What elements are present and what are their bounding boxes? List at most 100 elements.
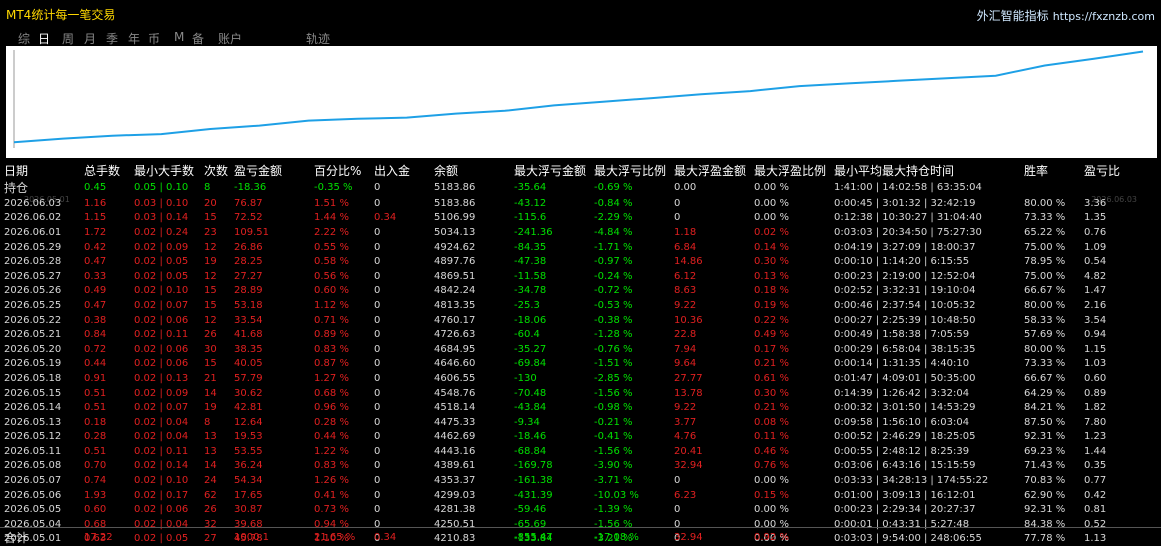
table-cell: -0.72 % bbox=[594, 285, 633, 297]
tab-6[interactable]: 币 bbox=[148, 30, 160, 47]
tab-10[interactable]: 轨迹 bbox=[306, 30, 330, 47]
table-cell: 4548.76 bbox=[434, 387, 476, 399]
table-cell: 4869.51 bbox=[434, 270, 476, 282]
table-cell: -11.58 bbox=[514, 270, 547, 282]
table-cell: 2026.05.06 bbox=[4, 489, 62, 501]
table-cell: 2026.05.07 bbox=[4, 475, 62, 487]
tab-7[interactable]: M bbox=[174, 30, 184, 44]
table-cell: -241.36 bbox=[514, 226, 553, 238]
table-cell: 0.72 bbox=[84, 343, 107, 355]
table-cell: -18.06 bbox=[514, 314, 547, 326]
table-cell: 1:41:00 | 14:02:58 | 63:35:04 bbox=[834, 182, 982, 193]
tab-2[interactable]: 周 bbox=[62, 30, 74, 47]
table-cell: 20 bbox=[204, 197, 217, 209]
table-cell: 4606.55 bbox=[434, 372, 476, 384]
table-cell: 0:01:47 | 4:09:01 | 50:35:00 bbox=[834, 372, 976, 384]
table-cell: 1.72 bbox=[84, 226, 107, 238]
table-cell: 1.44 % bbox=[314, 212, 349, 224]
table-cell: -0.84 % bbox=[594, 197, 633, 209]
table-cell: 0 bbox=[374, 314, 381, 326]
col-header-5: 百分比% bbox=[314, 164, 362, 178]
table-cell: 12 bbox=[204, 270, 217, 282]
table-cell: -115.6 bbox=[514, 212, 547, 224]
table-cell: 64.29 % bbox=[1024, 387, 1066, 399]
table-cell: 0.60 bbox=[1084, 372, 1107, 384]
table-cell: 78.95 % bbox=[1024, 256, 1066, 268]
table-cell: 0.76 bbox=[1084, 226, 1107, 238]
table-cell: 4842.24 bbox=[434, 285, 476, 297]
table-cell: 57.79 bbox=[234, 372, 263, 384]
table-cell: 109.51 bbox=[234, 226, 269, 238]
table-cell: -0.69 % bbox=[594, 182, 633, 193]
table-cell: 2026.05.13 bbox=[4, 416, 62, 428]
tab-5[interactable]: 年 bbox=[128, 30, 140, 47]
table-cell: -0.38 % bbox=[594, 314, 633, 326]
table-cell: -0.41 % bbox=[594, 431, 633, 443]
table-cell: 0.89 % bbox=[314, 329, 349, 341]
table-cell: 92.31 % bbox=[1024, 504, 1066, 516]
table-cell: 27.27 bbox=[234, 270, 263, 282]
col-header-4: 盈亏金额 bbox=[234, 164, 283, 178]
table-cell: -60.4 bbox=[514, 329, 540, 341]
table-cell: 8.63 bbox=[674, 285, 697, 297]
table-row: 2026.05.05 0.60 0.02 | 0.06 26 30.87 0.73 % 0 4… bbox=[4, 502, 1124, 517]
table-cell: -34.78 bbox=[514, 285, 547, 297]
table-cell: 4443.16 bbox=[434, 445, 476, 457]
table-cell: 0.42 bbox=[84, 241, 107, 253]
table-cell: 0 bbox=[374, 431, 381, 443]
table-row: 2026.05.15 0.51 0.02 | 0.09 14 30.62 0.68 % 0 4… bbox=[4, 386, 1124, 401]
total-row-bar: 合计 17.22 1000.1 21.65 % 0.34 -855.47 -17.08 % 3… bbox=[0, 527, 1161, 545]
table-cell: 0:03:33 | 34:28:13 | 174:55:22 bbox=[834, 475, 989, 487]
table-cell: 72.52 bbox=[234, 212, 263, 224]
table-cell: -35.64 bbox=[514, 182, 547, 193]
table-cell: 4684.95 bbox=[434, 343, 476, 355]
table-cell: 1.93 bbox=[84, 489, 107, 501]
table-cell: 0 bbox=[374, 358, 381, 370]
table-cell: 92.31 % bbox=[1024, 431, 1066, 443]
table-cell: 1.09 bbox=[1084, 241, 1107, 253]
table-cell: 14.86 bbox=[674, 256, 703, 268]
table-cell: 2026.06.01 bbox=[4, 226, 62, 238]
table-cell: 4813.35 bbox=[434, 299, 476, 311]
table-cell: 0:00:23 | 2:19:00 | 12:52:04 bbox=[834, 270, 976, 282]
table-cell: 5106.99 bbox=[434, 212, 476, 224]
table-cell: 13.78 bbox=[674, 387, 703, 399]
table-cell: 0:00:29 | 6:58:04 | 38:15:35 bbox=[834, 343, 976, 355]
table-cell: 2026.05.25 bbox=[4, 299, 62, 311]
table-cell: 0.21 % bbox=[754, 358, 789, 370]
table-cell: 0.81 bbox=[1084, 504, 1107, 516]
table-row: 2026.05.06 1.93 0.02 | 0.17 62 17.65 0.41 % 0 4… bbox=[4, 488, 1124, 503]
table-cell: 0.18 bbox=[84, 416, 107, 428]
tab-4[interactable]: 季 bbox=[106, 30, 118, 47]
table-cell: -1.39 % bbox=[594, 504, 633, 516]
table-row: 2026.06.01 1.72 0.02 | 0.24 23 109.51 2.22 % 0… bbox=[4, 225, 1124, 240]
table-cell: 12 bbox=[204, 241, 217, 253]
tab-1[interactable]: 日 bbox=[38, 30, 50, 47]
table-cell: 28.25 bbox=[234, 256, 263, 268]
table-cell: 87.50 % bbox=[1024, 416, 1066, 428]
table-cell: 0.02 | 0.06 bbox=[134, 343, 189, 355]
table-cell: 0.00 % bbox=[754, 475, 789, 487]
table-cell: -3.90 % bbox=[594, 460, 633, 472]
tab-3[interactable]: 月 bbox=[84, 30, 96, 47]
table-cell: 2026.05.08 bbox=[4, 460, 62, 472]
table-cell: 0:00:10 | 1:14:20 | 6:15:55 bbox=[834, 256, 970, 268]
brand[interactable]: 外汇智能指标 https://fxznzb.com bbox=[977, 7, 1155, 24]
table-cell: 0.02 | 0.07 bbox=[134, 299, 189, 311]
brand-url[interactable]: https://fxznzb.com bbox=[1053, 10, 1155, 23]
table-cell: 0.00 bbox=[674, 182, 697, 193]
table-cell: 0 bbox=[374, 372, 381, 384]
tab-9[interactable]: 账户 bbox=[218, 30, 242, 47]
table-cell: 2026.05.21 bbox=[4, 329, 62, 341]
table-cell: 0.41 % bbox=[314, 489, 349, 501]
table-cell: 0.02 | 0.05 bbox=[134, 256, 189, 268]
table-cell: 0:00:27 | 2:25:39 | 10:48:50 bbox=[834, 314, 976, 326]
tab-8[interactable]: 备 bbox=[192, 30, 204, 47]
table-cell: 4897.76 bbox=[434, 256, 476, 268]
table-cell: 2026.05.14 bbox=[4, 402, 62, 414]
window-title: MT4统计每一笔交易 bbox=[6, 8, 116, 22]
tab-0[interactable]: 综 bbox=[18, 30, 30, 47]
table-cell: 1.03 bbox=[1084, 358, 1107, 370]
table-cell: 0 bbox=[374, 445, 381, 457]
table-cell: -18.46 bbox=[514, 431, 547, 443]
